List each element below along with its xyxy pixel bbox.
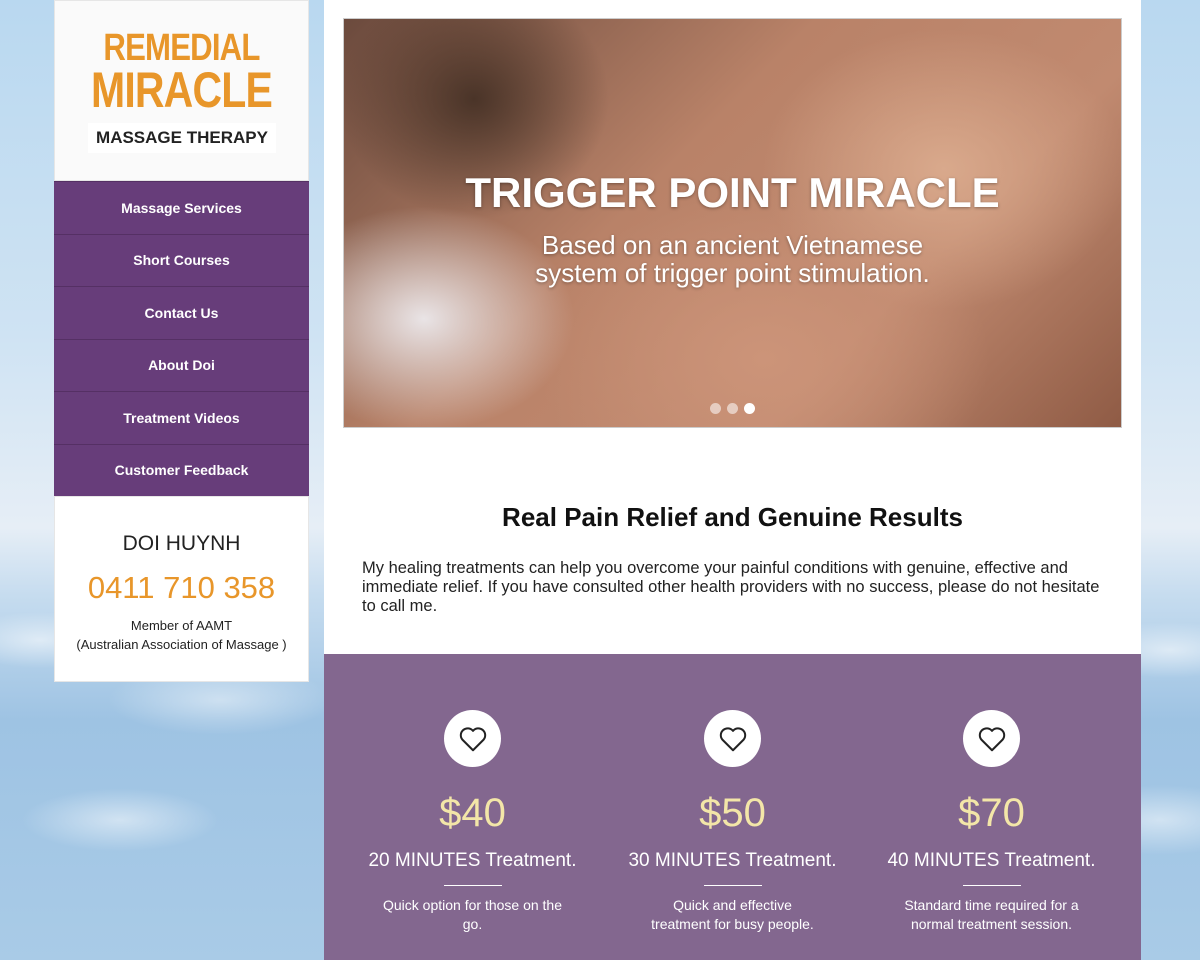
contact-phone[interactable]: 0411 710 358: [55, 570, 308, 606]
price-description: Quick and effective treatment for busy p…: [651, 897, 814, 932]
contact-name: DOI HUYNH: [122, 532, 241, 555]
main-content: TRIGGER POINT MIRACLE Based on an ancien…: [324, 0, 1141, 960]
price-amount: $50: [699, 791, 766, 835]
price-amount: $40: [439, 791, 506, 835]
price-description: Standard time required for a normal trea…: [904, 897, 1079, 932]
intro-title: Real Pain Relief and Genuine Results: [502, 502, 963, 532]
nav-item-about-doi[interactable]: About Doi: [54, 338, 309, 392]
nav-item-massage-services[interactable]: Massage Services: [54, 181, 309, 234]
main-nav: Massage Services Short Courses Contact U…: [54, 181, 309, 496]
price-amount: $70: [958, 791, 1025, 835]
hero-slider[interactable]: TRIGGER POINT MIRACLE Based on an ancien…: [343, 18, 1122, 428]
nav-item-treatment-videos[interactable]: Treatment Videos: [54, 391, 309, 444]
membership-line1: Member of AAMT: [130, 618, 233, 633]
price-label: 20 MINUTES Treatment.: [368, 850, 577, 871]
slider-dot-1[interactable]: [710, 403, 721, 414]
logo[interactable]: REMEDIAL MIRACLE MASSAGE THERAPY: [54, 0, 309, 181]
divider: [443, 885, 502, 886]
price-card: $70 40 MINUTES Treatment. Standard time …: [862, 654, 1121, 934]
hero-title: TRIGGER POINT MIRACLE: [465, 169, 1000, 216]
price-card: $40 20 MINUTES Treatment. Quick option f…: [343, 654, 602, 934]
logo-line2: MIRACLE: [90, 62, 273, 118]
slider-dots: [344, 403, 1121, 414]
hero-subtitle: Based on an ancient Vietnamese system of…: [344, 231, 1121, 287]
price-description: Quick option for those on the go.: [383, 897, 562, 932]
price-label: 40 MINUTES Treatment.: [887, 850, 1096, 871]
nav-item-customer-feedback[interactable]: Customer Feedback: [54, 443, 309, 497]
heart-icon: [444, 710, 501, 767]
price-card: $50 30 MINUTES Treatment. Quick and effe…: [603, 654, 862, 934]
intro-text: My healing treatments can help you overc…: [362, 559, 1100, 615]
price-label: 30 MINUTES Treatment.: [628, 850, 837, 871]
contact-box: DOI HUYNH 0411 710 358 Member of AAMT (A…: [54, 496, 309, 682]
hero-subtitle-line2: system of trigger point stimulation.: [535, 258, 930, 288]
membership-note: Member of AAMT (Australian Association o…: [55, 616, 308, 654]
slider-dot-2[interactable]: [727, 403, 738, 414]
nav-item-short-courses[interactable]: Short Courses: [54, 233, 309, 287]
nav-item-contact-us[interactable]: Contact Us: [54, 286, 309, 339]
hero-subtitle-line1: Based on an ancient Vietnamese: [541, 230, 924, 260]
heart-icon: [704, 710, 761, 767]
logo-subtitle: MASSAGE THERAPY: [88, 123, 276, 153]
sidebar: REMEDIAL MIRACLE MASSAGE THERAPY Massage…: [54, 0, 309, 682]
membership-line2: (Australian Association of Massage ): [76, 637, 287, 652]
heart-icon: [963, 710, 1020, 767]
divider: [703, 885, 762, 886]
divider: [962, 885, 1021, 886]
pricing-section: $40 20 MINUTES Treatment. Quick option f…: [324, 654, 1141, 960]
slider-dot-3[interactable]: [744, 403, 755, 414]
